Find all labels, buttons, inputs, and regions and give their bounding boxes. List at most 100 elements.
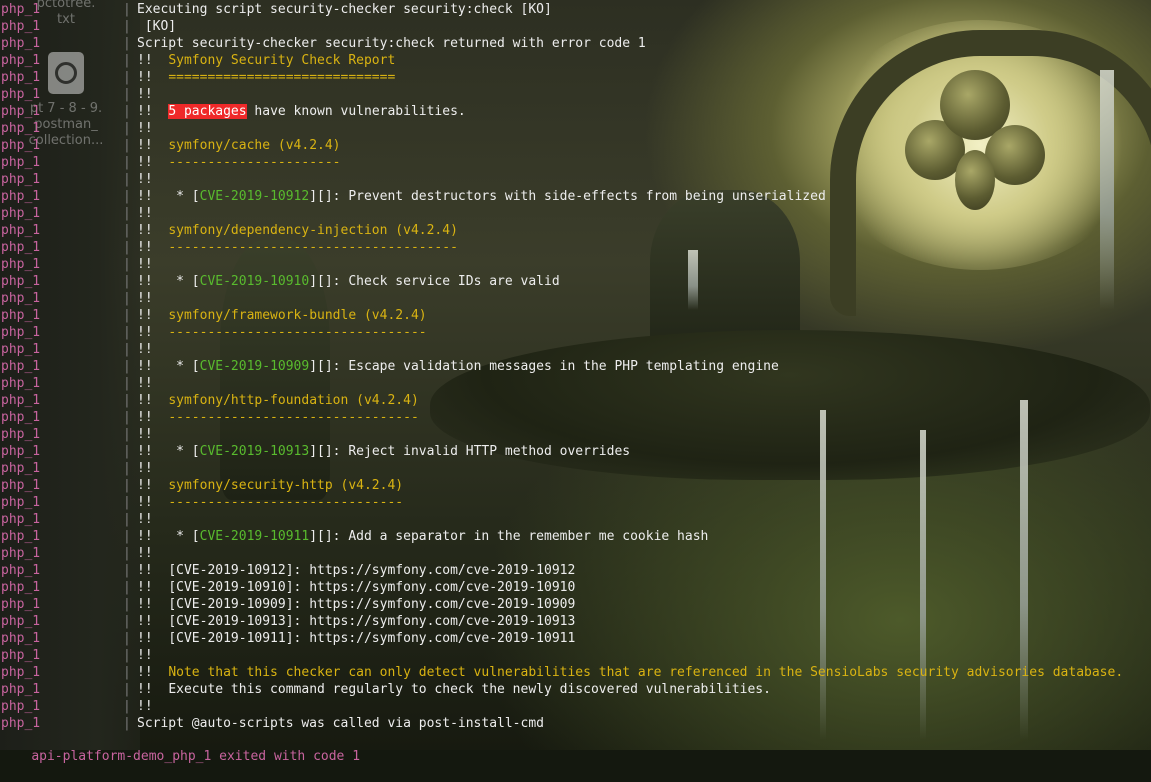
line-separator: | — [123, 19, 131, 34]
package-name: symfony/http-foundation (v4.2.4) — [168, 393, 419, 408]
line-separator: | — [123, 359, 131, 374]
container-prefix: php_1 — [1, 155, 41, 170]
container-prefix: php_1 — [1, 325, 41, 340]
terminal-line: php_1 |!! — [0, 426, 153, 443]
line-text: !! [CVE-2019-10910]: https://symfony.com… — [137, 579, 575, 596]
cve-reference-link[interactable]: [CVE-2019-10910]: https://symfony.com/cv… — [168, 580, 575, 595]
package-name: symfony/cache (v4.2.4) — [168, 138, 341, 153]
line-text: !! Symfony Security Check Report — [137, 52, 395, 69]
bang-marker: !! — [137, 563, 153, 578]
cve-id: CVE-2019-10911 — [199, 529, 310, 544]
bang-marker: !! — [137, 529, 153, 544]
bang-marker: !! — [137, 291, 153, 306]
line-separator: | — [123, 104, 131, 119]
terminal-line: php_1 |!! [CVE-2019-10910]: https://symfo… — [0, 579, 575, 596]
line-separator: | — [123, 240, 131, 255]
cve-id: CVE-2019-10909 — [199, 359, 310, 374]
line-text: !! [CVE-2019-10909]: https://symfony.com… — [137, 596, 575, 613]
bang-marker: !! — [137, 223, 153, 238]
bang-marker: !! — [137, 393, 153, 408]
cve-reference-link[interactable]: [CVE-2019-10913]: https://symfony.com/cv… — [168, 614, 575, 629]
terminal-line: php_1 |!! — [0, 120, 153, 137]
bang-marker: !! — [137, 444, 153, 459]
cve-id: CVE-2019-10912 — [199, 189, 310, 204]
line-separator: | — [123, 121, 131, 136]
bang-marker: !! — [137, 53, 153, 68]
container-prefix: php_1 — [1, 563, 41, 578]
container-prefix: php_1 — [1, 359, 41, 374]
container-exit-line: api-platform-demo_php_1 exited with code… — [0, 731, 360, 764]
bang-marker: !! — [137, 104, 153, 119]
report-title: Symfony Security Check Report — [168, 53, 396, 68]
line-separator: | — [123, 342, 131, 357]
line-separator: | — [123, 291, 131, 306]
bang-marker: !! — [137, 121, 153, 136]
container-prefix: php_1 — [1, 631, 41, 646]
line-separator: | — [123, 172, 131, 187]
line-text: !! ------------------------------------- — [137, 239, 458, 256]
line-separator: | — [123, 393, 131, 408]
container-prefix: php_1 — [1, 529, 41, 544]
line-text: !! -------------------------------- — [137, 409, 419, 426]
terminal-line: php_1 | Script @auto-scripts was called vi… — [0, 715, 544, 732]
terminal-line: php_1 |!! symfony/framework-bundle (v4.2.… — [0, 307, 427, 324]
container-prefix: php_1 — [1, 138, 41, 153]
line-separator: | — [123, 257, 131, 272]
bang-marker: !! — [137, 257, 153, 272]
line-separator: | — [123, 444, 131, 459]
line-separator: | — [123, 478, 131, 493]
cve-reference-link[interactable]: [CVE-2019-10909]: https://symfony.com/cv… — [168, 597, 575, 612]
container-prefix: php_1 — [1, 716, 41, 731]
line-text: !! * [CVE-2019-10909][]: Escape validati… — [137, 358, 779, 375]
line-separator: | — [123, 682, 131, 697]
container-prefix: php_1 — [1, 240, 41, 255]
cve-reference-link[interactable]: [CVE-2019-10911]: https://symfony.com/cv… — [168, 631, 575, 646]
line-separator: | — [123, 70, 131, 85]
bang-marker: !! — [137, 410, 153, 425]
terminal-line: php_1 |!! — [0, 647, 153, 664]
container-prefix: php_1 — [1, 410, 41, 425]
bang-marker: !! — [137, 308, 153, 323]
container-prefix: php_1 — [1, 580, 41, 595]
terminal-line: php_1 |!! symfony/dependency-injection (v… — [0, 222, 458, 239]
line-separator: | — [123, 665, 131, 680]
execute-advice: Execute this command regularly to check … — [168, 682, 771, 697]
container-prefix: php_1 — [1, 2, 41, 17]
terminal-line: php_1 |!! Note that this checker can only… — [0, 664, 1123, 681]
terminal-output[interactable]: php_1 | Executing script security-checker … — [0, 0, 1151, 764]
container-prefix: php_1 — [1, 342, 41, 357]
line-separator: | — [123, 563, 131, 578]
container-prefix: php_1 — [1, 427, 41, 442]
terminal-line: php_1 |!! [CVE-2019-10909]: https://symfo… — [0, 596, 575, 613]
line-text: Executing script security-checker securi… — [137, 2, 552, 17]
bang-marker: !! — [137, 512, 153, 527]
bang-marker: !! — [137, 342, 153, 357]
container-prefix: php_1 — [1, 36, 41, 51]
terminal-line: php_1 |!! [CVE-2019-10911]: https://symfo… — [0, 630, 575, 647]
line-separator: | — [123, 87, 131, 102]
line-separator: | — [123, 427, 131, 442]
bang-marker: !! — [137, 359, 153, 374]
terminal-line: php_1 |!! — [0, 375, 153, 392]
container-prefix: php_1 — [1, 206, 41, 221]
line-text: !! * [CVE-2019-10912][]: Prevent destruc… — [137, 188, 826, 205]
terminal-line: php_1 |!! * [CVE-2019-10911][]: Add a sep… — [0, 528, 708, 545]
line-text: !! Execute this command regularly to che… — [137, 681, 771, 698]
line-text: !! Note that this checker can only detec… — [137, 664, 1123, 681]
cve-reference-link[interactable]: [CVE-2019-10912]: https://symfony.com/cv… — [168, 563, 575, 578]
terminal-line: php_1 | !! -------------------------------… — [0, 239, 458, 256]
line-separator: | — [123, 325, 131, 340]
container-prefix: php_1 — [1, 495, 41, 510]
cve-description: []: Escape validation messages in the PH… — [317, 359, 779, 374]
bullet-open: * [ — [168, 529, 200, 544]
container-prefix: php_1 — [1, 461, 41, 476]
line-separator: | — [123, 410, 131, 425]
line-separator: | — [123, 529, 131, 544]
container-prefix: php_1 — [1, 512, 41, 527]
line-separator: | — [123, 138, 131, 153]
container-prefix: php_1 — [1, 546, 41, 561]
line-text: !! ------------------------------ — [137, 494, 403, 511]
container-prefix: php_1 — [1, 308, 41, 323]
line-text: !! symfony/cache (v4.2.4) — [137, 137, 341, 154]
line-separator: | — [123, 461, 131, 476]
